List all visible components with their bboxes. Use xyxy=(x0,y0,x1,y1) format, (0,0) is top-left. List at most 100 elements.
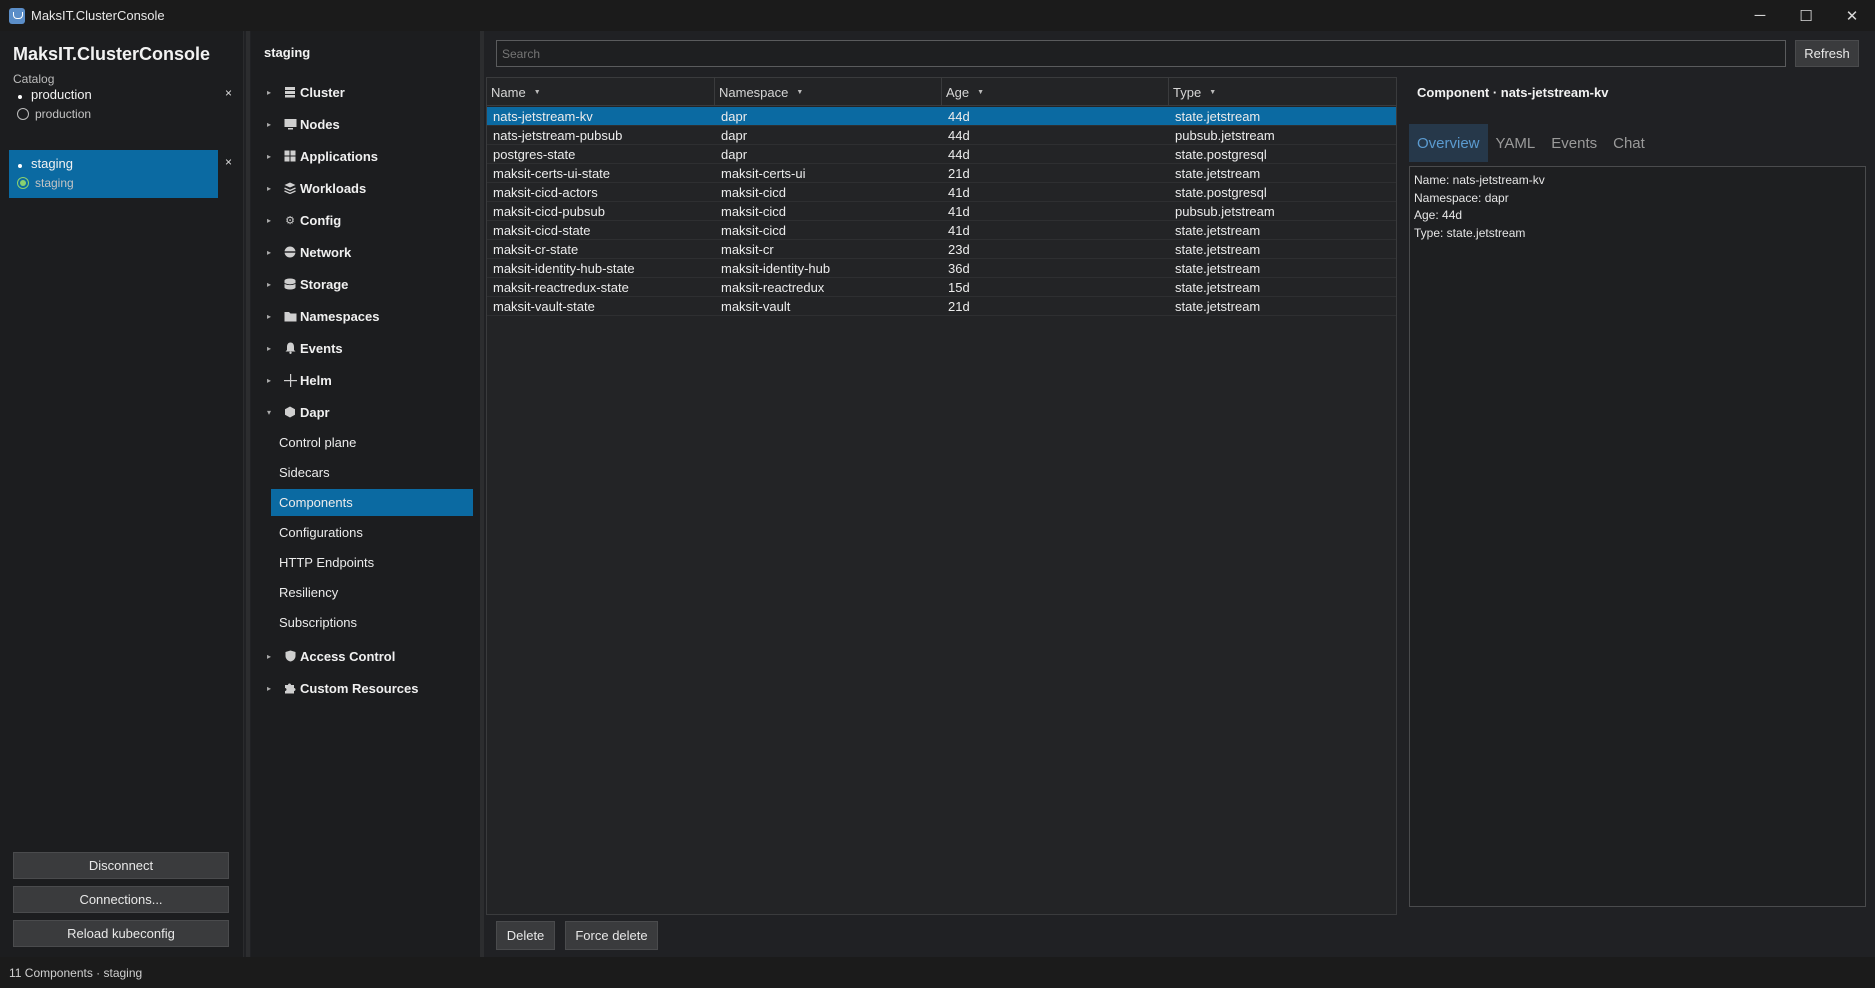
collapse-arrow-icon[interactable]: ▾ xyxy=(264,408,274,417)
tree-node-helm[interactable]: ▸ Helm xyxy=(264,369,332,391)
expand-arrow-icon[interactable]: ▸ xyxy=(264,120,274,129)
tree-node-label: Cluster xyxy=(300,84,345,100)
tree-node-cluster[interactable]: ▸ Cluster xyxy=(264,81,345,103)
expand-arrow-icon[interactable]: ▸ xyxy=(264,312,274,321)
tree-node-network[interactable]: ▸ Network xyxy=(264,241,351,263)
column-header-name[interactable]: Name ▼ xyxy=(487,78,715,106)
column-header-namespace[interactable]: Namespace ▼ xyxy=(715,78,942,106)
force-delete-button[interactable]: Force delete xyxy=(565,921,658,950)
expand-arrow-icon[interactable]: ▸ xyxy=(264,152,274,161)
tree-node-dapr[interactable]: ▾ Dapr xyxy=(264,401,330,423)
connection-name: staging xyxy=(31,156,73,171)
connections-button[interactable]: Connections... xyxy=(13,886,229,913)
table-row[interactable]: nats-jetstream-kv dapr 44d state.jetstream xyxy=(487,107,1396,126)
tree-item-resiliency[interactable]: Resiliency xyxy=(271,579,473,606)
tree-node-label: Config xyxy=(300,212,342,228)
reload-kubeconfig-button[interactable]: Reload kubeconfig xyxy=(13,920,229,947)
cell-age: 36d xyxy=(948,261,970,276)
cell-age: 21d xyxy=(948,299,970,314)
tree-header: staging xyxy=(264,45,311,60)
splitter-left[interactable] xyxy=(246,31,250,957)
tab-events[interactable]: Events xyxy=(1543,124,1605,162)
delete-button[interactable]: Delete xyxy=(496,921,555,950)
tree-node-applications[interactable]: ▸ Applications xyxy=(264,145,378,167)
puzzle-icon xyxy=(283,681,297,695)
splitter-right[interactable] xyxy=(480,31,484,957)
table-row[interactable]: postgres-state dapr 44d state.postgresql xyxy=(487,145,1396,164)
table-row[interactable]: maksit-reactredux-state maksit-reactredux… xyxy=(487,278,1396,297)
tree-node-events[interactable]: ▸ Events xyxy=(264,337,343,359)
table-row[interactable]: nats-jetstream-pubsub dapr 44d pubsub.jetst… xyxy=(487,126,1396,145)
tree-item-http-endpoints[interactable]: HTTP Endpoints xyxy=(271,549,473,576)
components-table: Name ▼ Namespace ▼ Age ▼ Type ▼ nats-jetstre… xyxy=(486,77,1397,915)
cell-name: maksit-cicd-actors xyxy=(493,185,598,200)
disconnect-button[interactable]: Disconnect xyxy=(13,852,229,879)
table-row[interactable]: maksit-vault-state maksit-vault 21d state.j… xyxy=(487,297,1396,316)
expand-arrow-icon[interactable]: ▸ xyxy=(264,88,274,97)
tree-node-namespaces[interactable]: ▸ Namespaces xyxy=(264,305,380,327)
cell-name: nats-jetstream-kv xyxy=(493,109,593,124)
tree-item-control-plane[interactable]: Control plane xyxy=(271,429,473,456)
cell-namespace: maksit-cr xyxy=(721,242,774,257)
cell-namespace: maksit-certs-ui xyxy=(721,166,806,181)
tree-node-access-control[interactable]: ▸ Access Control xyxy=(264,645,395,667)
minimize-button[interactable]: ─ xyxy=(1737,0,1783,31)
folder-icon xyxy=(283,309,297,323)
expand-arrow-icon[interactable]: ▸ xyxy=(264,280,274,289)
sort-down-icon: ▼ xyxy=(1209,88,1217,96)
expand-arrow-icon[interactable]: ▸ xyxy=(264,344,274,353)
expand-arrow-icon[interactable]: ▸ xyxy=(264,248,274,257)
close-connection-button[interactable]: × xyxy=(225,86,232,100)
tree-node-label: Helm xyxy=(300,372,332,388)
resource-tree: staging ▸ Cluster ▸ Nodes ▸ Applications… xyxy=(251,31,480,957)
connection-item-production[interactable]: production production × xyxy=(9,81,232,129)
tab-overview[interactable]: Overview xyxy=(1409,124,1488,162)
table-row[interactable]: maksit-identity-hub-state maksit-identity… xyxy=(487,259,1396,278)
table-row[interactable]: maksit-certs-ui-state maksit-certs-ui 21d s… xyxy=(487,164,1396,183)
search-input[interactable] xyxy=(496,40,1786,67)
cell-age: 44d xyxy=(948,128,970,143)
radio-icon xyxy=(17,108,29,120)
tree-item-sidecars[interactable]: Sidecars xyxy=(271,459,473,486)
connection-context: production xyxy=(35,107,92,121)
close-window-button[interactable]: ✕ xyxy=(1829,0,1875,31)
cell-type: state.jetstream xyxy=(1175,242,1261,257)
cell-type: state.jetstream xyxy=(1175,261,1261,276)
column-header-age[interactable]: Age ▼ xyxy=(942,78,1169,106)
tree-item-components[interactable]: Components xyxy=(271,489,473,516)
cell-age: 41d xyxy=(948,204,970,219)
tab-yaml[interactable]: YAML xyxy=(1488,124,1544,162)
expand-arrow-icon[interactable]: ▸ xyxy=(264,376,274,385)
cell-age: 21d xyxy=(948,166,970,181)
tree-node-label: Nodes xyxy=(300,116,340,132)
cell-namespace: maksit-vault xyxy=(721,299,791,314)
column-header-type[interactable]: Type ▼ xyxy=(1169,78,1396,106)
cell-namespace: maksit-identity-hub xyxy=(721,261,831,276)
expand-arrow-icon[interactable]: ▸ xyxy=(264,216,274,225)
table-row[interactable]: maksit-cicd-pubsub maksit-cicd 41d pubsub.j… xyxy=(487,202,1396,221)
tree-node-storage[interactable]: ▸ Storage xyxy=(264,273,348,295)
table-row[interactable]: maksit-cicd-actors maksit-cicd 41d state.po… xyxy=(487,183,1396,202)
expand-arrow-icon[interactable]: ▸ xyxy=(264,684,274,693)
expand-arrow-icon[interactable]: ▸ xyxy=(264,184,274,193)
tree-node-workloads[interactable]: ▸ Workloads xyxy=(264,177,366,199)
tab-chat[interactable]: Chat xyxy=(1605,124,1653,162)
bullet-icon xyxy=(18,164,22,168)
tree-item-configurations[interactable]: Configurations xyxy=(271,519,473,546)
tree-node-custom-resources[interactable]: ▸ Custom Resources xyxy=(264,677,419,699)
table-row[interactable]: maksit-cicd-state maksit-cicd 41d state.jet… xyxy=(487,221,1396,240)
close-connection-button[interactable]: × xyxy=(225,155,232,169)
maximize-button[interactable]: ☐ xyxy=(1783,0,1829,31)
cell-type: state.jetstream xyxy=(1175,109,1261,124)
column-header-label: Type xyxy=(1173,84,1202,100)
tree-item-subscriptions[interactable]: Subscriptions xyxy=(271,609,473,636)
tree-node-nodes[interactable]: ▸ Nodes xyxy=(264,113,340,135)
table-row[interactable]: maksit-cr-state maksit-cr 23d state.jetstre… xyxy=(487,240,1396,259)
tree-node-config[interactable]: ▸ ⚙ Config xyxy=(264,209,341,231)
connection-item-staging[interactable]: staging staging × xyxy=(9,150,232,198)
app-logo-icon xyxy=(9,7,25,24)
refresh-button[interactable]: Refresh xyxy=(1795,40,1859,67)
detail-title: Component · nats-jetstream-kv xyxy=(1417,85,1609,100)
overview-text[interactable]: Name: nats-jetstream-kv Namespace: dapr … xyxy=(1409,166,1866,907)
expand-arrow-icon[interactable]: ▸ xyxy=(264,652,274,661)
